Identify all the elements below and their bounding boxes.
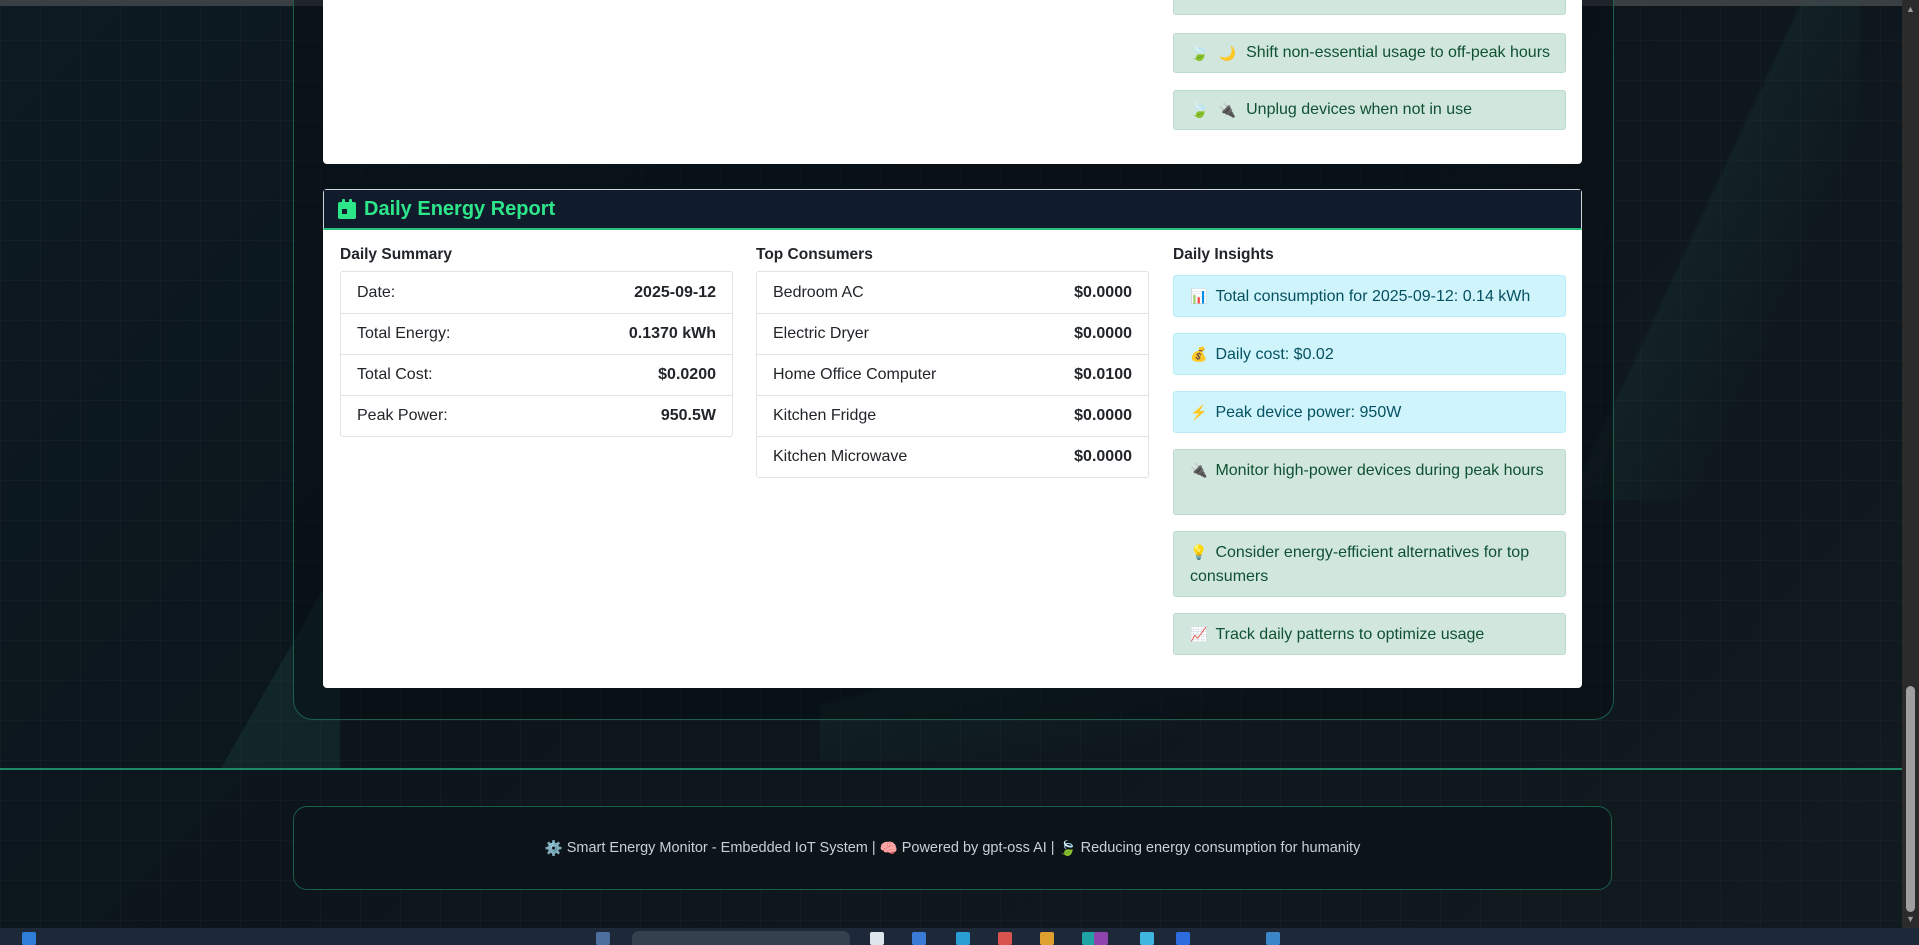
brain-icon: 🧠 [879,840,898,857]
calendar-icon [338,199,356,219]
report-title: Daily Energy Report [364,197,556,220]
insight-item: ⚡ Peak device power: 950W [1173,391,1566,433]
daily-insights-title: Daily Insights [1173,246,1274,263]
insight-text: Monitor high-power devices during peak h… [1215,462,1544,479]
summary-value: 950.5W [660,407,716,424]
insight-item: 📊 Total consumption for 2025-09-12: 0.14 … [1173,275,1566,317]
summary-row: Total Energy: 0.1370 kWh [341,313,732,354]
scrollbar-thumb[interactable] [1906,686,1915,912]
page-viewport: 🍃 🌙 Shift non-essential usage to off-pea… [0,0,1902,928]
consumer-name: Bedroom AC [773,283,864,301]
scroll-up-arrow-icon[interactable]: ▲ [1906,4,1915,14]
taskbar-app-icon[interactable] [1176,932,1190,945]
consumer-cost: $0.0000 [1074,283,1132,301]
chart-icon: 📊 [1190,288,1208,304]
footer-separator: | [1050,840,1055,856]
footer-separator: | [871,840,876,856]
moon-icon: 🌙 [1218,44,1237,61]
taskbar-app-icon[interactable] [956,932,970,945]
consumer-name: Electric Dryer [773,325,870,342]
lightbulb-icon: 💡 [1190,544,1208,560]
taskbar-app-icon[interactable] [912,932,926,945]
tip-text: Unplug devices when not in use [1246,101,1473,118]
summary-label: Total Cost: [357,366,433,383]
summary-label: Peak Power: [357,407,448,424]
plug-icon: 🔌 [1190,462,1208,478]
consumer-name: Kitchen Microwave [773,448,908,465]
taskbar-app-icon[interactable] [1266,932,1280,945]
taskview-icon[interactable] [596,932,610,945]
top-consumers-title: Top Consumers [756,246,873,263]
taskbar-app-icon[interactable] [998,932,1012,945]
plug-icon: 🔌 [1218,101,1237,118]
top-consumers: Top Consumers Bedroom AC $0.0000 Electri… [756,245,1149,478]
summary-value: $0.0200 [658,366,716,383]
consumers-list: Bedroom AC $0.0000 Electric Dryer $0.000… [756,271,1149,478]
footer: ⚙️ Smart Energy Monitor - Embedded IoT S… [293,806,1612,890]
summary-row: Peak Power: 950.5W [341,395,732,436]
footer-divider [0,768,1902,770]
consumer-row: Kitchen Fridge $0.0000 [757,395,1148,436]
insight-text: Total consumption for 2025-09-12: 0.14 k… [1215,288,1531,305]
daily-summary: Daily Summary Date: 2025-09-12 Total Ene… [340,245,733,437]
insight-text: Peak device power: 950W [1215,404,1402,421]
leaf-icon: 🍃 [1190,102,1209,119]
tip-item: 🍃 🔌 Unplug devices when not in use [1173,90,1566,130]
start-icon[interactable] [22,932,36,945]
consumer-cost: $0.0000 [1074,325,1132,342]
tips-card [323,0,1582,164]
money-bag-icon: 💰 [1190,346,1208,362]
taskbar-app-icon[interactable] [1040,932,1054,945]
consumer-cost: $0.0100 [1074,366,1132,383]
insight-item: 🔌 Monitor high-power devices during peak … [1173,449,1566,515]
daily-report-card: Daily Energy Report Daily Summary Date: … [323,189,1582,688]
daily-summary-title: Daily Summary [340,246,452,263]
footer-ai-text: Powered by gpt-oss AI [901,840,1047,856]
consumer-name: Home Office Computer [773,366,937,383]
summary-row: Date: 2025-09-12 [341,272,732,313]
summary-list: Date: 2025-09-12 Total Energy: 0.1370 kW… [340,271,733,437]
consumer-name: Kitchen Fridge [773,407,877,424]
consumer-cost: $0.0000 [1074,407,1132,424]
taskbar-app-icon[interactable] [1094,932,1108,945]
daily-insights: Daily Insights [1173,245,1566,271]
lightning-icon: ⚡ [1190,404,1208,420]
vertical-scrollbar[interactable]: ▲ ▼ [1902,0,1919,928]
footer-system-text: Smart Energy Monitor - Embedded IoT Syst… [566,840,868,856]
insight-item: 💡 Consider energy-efficient alternatives … [1173,531,1566,597]
trend-up-icon: 📈 [1190,626,1208,642]
summary-value: 2025-09-12 [634,283,716,301]
consumer-cost: $0.0000 [1074,448,1132,465]
taskbar-app-icon[interactable] [1140,932,1154,945]
report-header: Daily Energy Report [323,189,1582,230]
tip-text: Shift non-essential usage to off-peak ho… [1246,44,1551,61]
insight-text: Consider energy-efficient alternatives f… [1190,544,1530,585]
scroll-down-arrow-icon[interactable]: ▼ [1906,914,1915,924]
tip-item [1173,0,1566,15]
leaf-icon: 🍃 [1058,840,1077,857]
summary-label: Total Energy: [357,325,451,342]
consumer-row: Kitchen Microwave $0.0000 [757,436,1148,477]
consumer-row: Bedroom AC $0.0000 [757,272,1148,313]
footer-mission-text: Reducing energy consumption for humanity [1080,840,1361,856]
summary-row: Total Cost: $0.0200 [341,354,732,395]
insight-text: Daily cost: $0.02 [1215,346,1334,363]
consumer-row: Home Office Computer $0.0100 [757,354,1148,395]
leaf-icon: 🍃 [1190,45,1209,62]
taskbar [0,928,1919,945]
consumer-row: Electric Dryer $0.0000 [757,313,1148,354]
taskbar-search[interactable] [632,931,850,945]
insight-item: 💰 Daily cost: $0.02 [1173,333,1566,375]
tip-item: 🍃 🌙 Shift non-essential usage to off-pea… [1173,33,1566,73]
insight-item: 📈 Track daily patterns to optimize usage [1173,613,1566,655]
taskbar-app-icon[interactable] [870,932,884,945]
insight-text: Track daily patterns to optimize usage [1215,626,1485,643]
summary-label: Date: [357,283,396,301]
summary-value: 0.1370 kWh [628,325,716,342]
chip-icon: ⚙️ [544,840,563,857]
